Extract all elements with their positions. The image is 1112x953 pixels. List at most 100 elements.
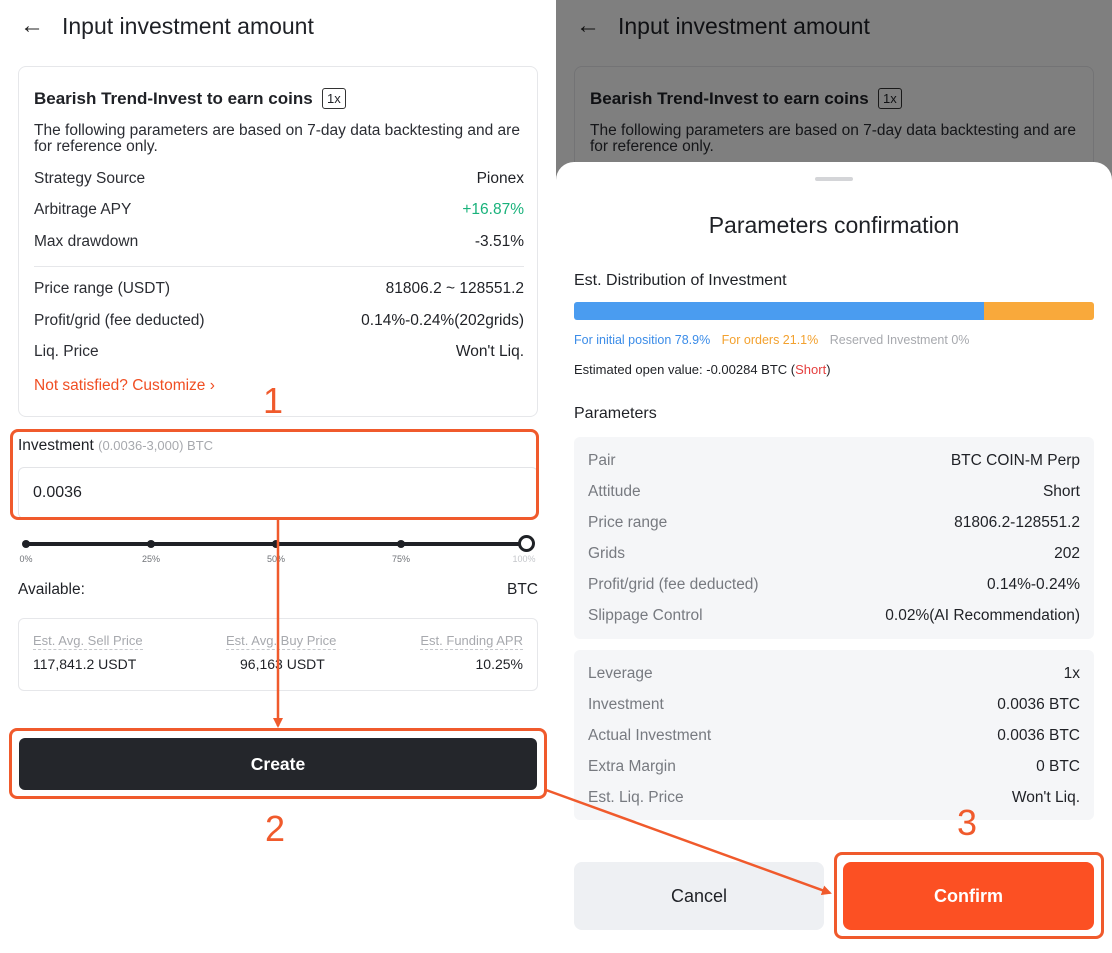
estimated-open-value: Estimated open value: -0.00284 BTC (Shor… [574,362,831,377]
distribution-bar [574,302,1094,320]
param-label: Profit/grid (fee deducted) [588,576,759,593]
investment-label-text: Investment [18,437,94,454]
row-label: Strategy Source [34,170,146,187]
available-unit: BTC [507,581,538,598]
param-value: 0.14%-0.24% [986,576,1080,593]
profit-grid-row: Profit/grid (fee deducted) 0.14%-0.24%(2… [34,311,524,331]
open-value-prefix: Estimated open value: -0.00284 BTC ( [574,362,796,377]
param-label: Price range [588,514,668,531]
slider-tick: 0% [19,554,33,564]
param-label: Slippage Control [588,607,703,624]
param-row: Leverage 1x [588,664,1080,684]
row-label: Price range (USDT) [34,280,171,297]
row-label: Profit/grid (fee deducted) [34,312,205,329]
param-value: 1x [1063,665,1080,682]
stat-funding-apr: Est. Funding APR 10.25% [420,633,523,672]
step3-number: 3 [957,802,978,843]
backtest-description: The following parameters are based on 7-… [34,122,520,155]
stat-sell-price: Est. Avg. Sell Price 117,841.2 USDT [33,633,143,672]
distribution-title: Est. Distribution of Investment [574,272,787,289]
chevron-right-icon: › [209,377,215,394]
slider-tick: 100% [512,554,536,564]
stat-buy-price: Est. Avg. Buy Price 96,163 USDT [226,633,337,672]
estimate-stats: Est. Avg. Sell Price 117,841.2 USDT Est.… [18,618,538,691]
slider-stop[interactable] [272,540,280,548]
param-row: Grids 202 [588,544,1080,564]
row-label: Arbitrage APY [34,201,132,218]
distribution-legend: For initial position 78.9% For orders 21… [574,333,969,347]
param-label: Attitude [588,483,641,500]
legend-orders: For orders 21.1% [721,333,819,347]
param-row: Investment 0.0036 BTC [588,695,1080,715]
step2-number: 2 [265,808,286,849]
initial-position-segment [574,302,985,320]
confirmation-screen: ← Input investment amount Bearish Trend-… [556,0,1112,953]
stat-value: 117,841.2 USDT [33,656,137,672]
param-row: Extra Margin 0 BTC [588,757,1080,777]
leverage-badge: 1x [322,88,346,109]
param-label: Extra Margin [588,758,676,775]
slider-tick: 50% [266,554,286,564]
liq-price-row: Liq. Price Won't Liq. [34,342,524,362]
param-value: BTC COIN-M Perp [950,452,1080,469]
param-label: Actual Investment [588,727,712,744]
slider-tick: 75% [391,554,411,564]
cancel-button[interactable]: Cancel [574,862,824,930]
max-drawdown-row: Max drawdown -3.51% [34,232,524,252]
slider-thumb[interactable] [518,535,535,552]
back-arrow-icon[interactable]: ← [20,12,44,40]
stat-label[interactable]: Est. Avg. Sell Price [33,633,143,650]
strategy-card: Bearish Trend-Invest to earn coins 1x Th… [18,66,538,417]
investment-label: Investment (0.0036-3,000) BTC [18,437,213,455]
param-label: Pair [588,452,616,469]
page-title: Input investment amount [62,13,314,39]
legend-initial-position: For initial position 78.9% [574,333,711,347]
row-value: +16.87% [462,201,524,218]
param-label: Leverage [588,665,653,682]
param-value: 0.02%(AI Recommendation) [885,607,1080,624]
row-value: 0.14%-0.24%(202grids) [361,312,524,329]
confirmation-sheet: Parameters confirmation Est. Distributio… [556,162,1112,953]
param-label: Investment [588,696,664,713]
param-value: 0 BTC [1036,758,1080,775]
open-value-side: Short [795,362,827,377]
param-row: Profit/grid (fee deducted) 0.14%-0.24% [588,575,1080,595]
step1-number: 1 [263,380,284,421]
parameters-title: Parameters [574,405,657,422]
param-value: Won't Liq. [1011,789,1080,806]
available-label: Available: [18,581,85,598]
stat-label[interactable]: Est. Avg. Buy Price [226,633,337,650]
param-row: Actual Investment 0.0036 BTC [588,726,1080,746]
param-value: 202 [1054,545,1080,562]
confirm-button[interactable]: Confirm [843,862,1094,930]
investment-input[interactable] [18,467,538,519]
row-value: Won't Liq. [455,343,524,360]
param-label: Grids [588,545,626,562]
slider-tick: 25% [141,554,161,564]
slider-stop[interactable] [22,540,30,548]
param-row: Pair BTC COIN-M Perp [588,451,1080,471]
slider-stop[interactable] [147,540,155,548]
arbitrage-apy-row: Arbitrage APY +16.87% [34,200,524,220]
create-button[interactable]: Create [19,738,537,790]
slider-stop[interactable] [397,540,405,548]
investment-slider[interactable]: 0% 25% 50% 75% 100% [18,532,538,566]
investment-range: (0.0036-3,000) BTC [98,438,214,453]
row-value: 81806.2 ~ 128551.2 [385,280,524,297]
customize-link[interactable]: Not satisfied? Customize › [34,377,215,395]
row-label: Max drawdown [34,233,139,250]
param-row: Attitude Short [588,482,1080,502]
stat-label[interactable]: Est. Funding APR [420,633,523,650]
param-value: 0.0036 BTC [997,727,1080,744]
investment-group: Leverage 1x Investment 0.0036 BTC Actual… [574,650,1094,820]
row-value: -3.51% [474,233,524,250]
param-value: 0.0036 BTC [997,696,1080,713]
param-row: Price range 81806.2-128551.2 [588,513,1080,533]
param-label: Est. Liq. Price [588,789,684,806]
drag-handle[interactable] [815,177,853,181]
param-row: Slippage Control 0.02%(AI Recommendation… [588,606,1080,626]
strategy-source-row: Strategy Source Pionex [34,169,524,189]
param-row: Est. Liq. Price Won't Liq. [588,788,1080,808]
stat-value: 96,163 USDT [240,656,325,672]
price-range-row: Price range (USDT) 81806.2 ~ 128551.2 [34,279,524,299]
